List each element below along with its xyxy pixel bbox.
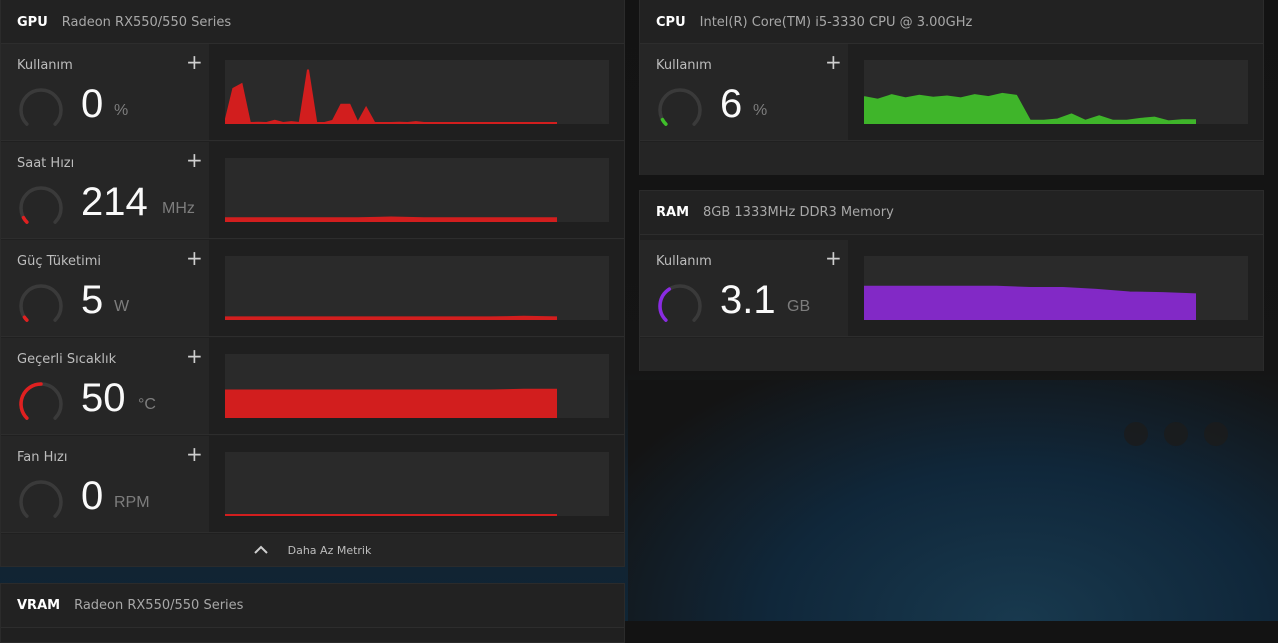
cpu-usage-unit: % bbox=[753, 102, 768, 119]
ram-usage-row: Kullanım + 3.1 GB bbox=[640, 240, 1263, 337]
desktop-background bbox=[628, 380, 1278, 621]
gpu-metric-label: Saat Hızı bbox=[17, 156, 75, 171]
gpu-panel: GPU Radeon RX550/550 Series Kullanım +0% S… bbox=[0, 0, 625, 567]
cpu-footer-bar bbox=[640, 142, 1263, 175]
gpu-metric-label: Geçerli Sıcaklık bbox=[17, 352, 117, 367]
ram-usage-info: Kullanım + 3.1 GB bbox=[640, 240, 848, 336]
gauge-track bbox=[19, 186, 63, 224]
gauge-track bbox=[19, 284, 63, 322]
gauge-value-arc bbox=[22, 315, 29, 322]
background-dots bbox=[1124, 422, 1228, 446]
ram-panel-header: RAM 8GB 1333MHz DDR3 Memory bbox=[640, 191, 1263, 235]
gauge-value-arc bbox=[658, 287, 672, 322]
add-metric-plus-icon[interactable]: + bbox=[186, 344, 203, 368]
gpu-metric-value: 5 bbox=[81, 278, 104, 322]
gpu-metric-unit: MHz bbox=[162, 200, 195, 217]
gpu-usage-area bbox=[225, 69, 557, 124]
add-metric-plus-icon[interactable]: + bbox=[825, 50, 842, 74]
cpu-usage-label: Kullanım bbox=[656, 58, 712, 73]
gpu-metric-gauge bbox=[19, 284, 63, 322]
gpu-metric-row: Güç Tüketimi +5 W bbox=[1, 240, 624, 337]
gpu-metric-row: Geçerli Sıcaklık +50 °C bbox=[1, 338, 624, 435]
gpu-metric-info: Saat Hızı +214 MHz bbox=[1, 142, 209, 238]
gpu-metric-label: Güç Tüketimi bbox=[17, 254, 102, 269]
gpu-metric-unit: % bbox=[114, 102, 129, 119]
gpu-usage-line bbox=[225, 69, 557, 124]
ram-usage-gauge bbox=[658, 284, 702, 322]
gpu-metric-row: Kullanım +0% bbox=[1, 44, 624, 141]
ram-subtitle: 8GB 1333MHz DDR3 Memory bbox=[703, 205, 894, 220]
cpu-usage-value: 6 bbox=[720, 82, 743, 126]
gpu-metric-chart bbox=[225, 60, 609, 124]
gpu-metric-label: Fan Hızı bbox=[17, 450, 68, 465]
less-metrics-button[interactable]: Daha Az Metrik bbox=[1, 534, 624, 566]
ram-footer-bar bbox=[640, 338, 1263, 371]
add-metric-plus-icon[interactable]: + bbox=[825, 246, 842, 270]
gpu-metric-info: Geçerli Sıcaklık +50 °C bbox=[1, 338, 209, 434]
gauge-value-arc bbox=[21, 215, 29, 224]
gpu-metric-value: 0 bbox=[81, 474, 104, 518]
gpu-metric-chart bbox=[225, 158, 609, 222]
cpu-title: CPU bbox=[656, 14, 686, 30]
add-metric-plus-icon[interactable]: + bbox=[186, 148, 203, 172]
gpu-temp-area bbox=[225, 389, 557, 418]
ram-usage-area bbox=[864, 286, 1196, 320]
gpu-temp-line bbox=[225, 388, 557, 392]
gpu-clock-line bbox=[225, 216, 557, 220]
gauge-track bbox=[19, 480, 63, 518]
ram-panel: RAM 8GB 1333MHz DDR3 Memory Kullanım + 3… bbox=[639, 190, 1264, 371]
ram-usage-value: 3.1 bbox=[720, 278, 776, 322]
gpu-metric-unit: RPM bbox=[114, 494, 150, 511]
gpu-metric-info: Fan Hızı +0 RPM bbox=[1, 436, 209, 532]
gpu-panel-header: GPU Radeon RX550/550 Series bbox=[1, 0, 624, 44]
vram-panel: VRAM Radeon RX550/550 Series bbox=[0, 583, 625, 643]
vram-panel-header: VRAM Radeon RX550/550 Series bbox=[1, 584, 624, 628]
gpu-metric-unit: W bbox=[114, 298, 130, 315]
gpu-metric-gauge bbox=[19, 480, 63, 518]
gauge-value-arc bbox=[660, 117, 668, 126]
ram-usage-label: Kullanım bbox=[656, 254, 712, 269]
gpu-metric-chart bbox=[225, 452, 609, 516]
ram-usage-unit: GB bbox=[787, 298, 811, 315]
cpu-usage-info: Kullanım + 6 % bbox=[640, 44, 848, 140]
gpu-metric-chart bbox=[225, 256, 609, 320]
cpu-usage-chart bbox=[864, 60, 1248, 124]
gpu-metric-gauge bbox=[19, 186, 63, 224]
add-metric-plus-icon[interactable]: + bbox=[186, 50, 203, 74]
vram-title: VRAM bbox=[17, 598, 61, 613]
vram-subtitle: Radeon RX550/550 Series bbox=[74, 598, 244, 613]
cpu-panel: CPU Intel(R) Core(TM) i5-3330 CPU @ 3.00… bbox=[639, 0, 1264, 175]
ram-usage-chart bbox=[864, 256, 1248, 320]
gauge-track bbox=[19, 88, 63, 126]
gpu-metric-gauge bbox=[19, 382, 63, 420]
gauge-value-arc bbox=[19, 382, 43, 420]
gpu-subtitle: Radeon RX550/550 Series bbox=[61, 14, 232, 30]
gpu-metric-label: Kullanım bbox=[17, 58, 73, 73]
gpu-power-line bbox=[225, 315, 558, 319]
gpu-metric-unit: °C bbox=[138, 396, 156, 413]
gpu-metric-info: Güç Tüketimi +5 W bbox=[1, 240, 209, 336]
ram-title: RAM bbox=[656, 205, 690, 220]
gpu-metric-row: Saat Hızı +214 MHz bbox=[1, 142, 624, 239]
cpu-usage-gauge bbox=[658, 88, 702, 126]
cpu-usage-row: Kullanım + 6 % bbox=[640, 44, 1263, 141]
gpu-metric-value: 0 bbox=[81, 82, 104, 126]
gpu-metric-row: Fan Hızı +0 RPM bbox=[1, 436, 624, 533]
add-metric-plus-icon[interactable]: + bbox=[186, 246, 203, 270]
cpu-subtitle: Intel(R) Core(TM) i5-3330 CPU @ 3.00GHz bbox=[699, 14, 973, 30]
gpu-metric-gauge bbox=[19, 88, 63, 126]
gauge-track bbox=[658, 88, 702, 126]
gpu-metric-value: 214 bbox=[81, 180, 148, 224]
less-metrics-label: Daha Az Metrik bbox=[287, 543, 372, 557]
add-metric-plus-icon[interactable]: + bbox=[186, 442, 203, 466]
gpu-title: GPU bbox=[17, 14, 48, 30]
chevron-up-icon bbox=[253, 543, 268, 558]
gpu-metric-value: 50 bbox=[81, 376, 126, 420]
gpu-metric-info: Kullanım +0% bbox=[1, 44, 209, 140]
gpu-metric-chart bbox=[225, 354, 609, 418]
cpu-panel-header: CPU Intel(R) Core(TM) i5-3330 CPU @ 3.00… bbox=[640, 0, 1263, 44]
